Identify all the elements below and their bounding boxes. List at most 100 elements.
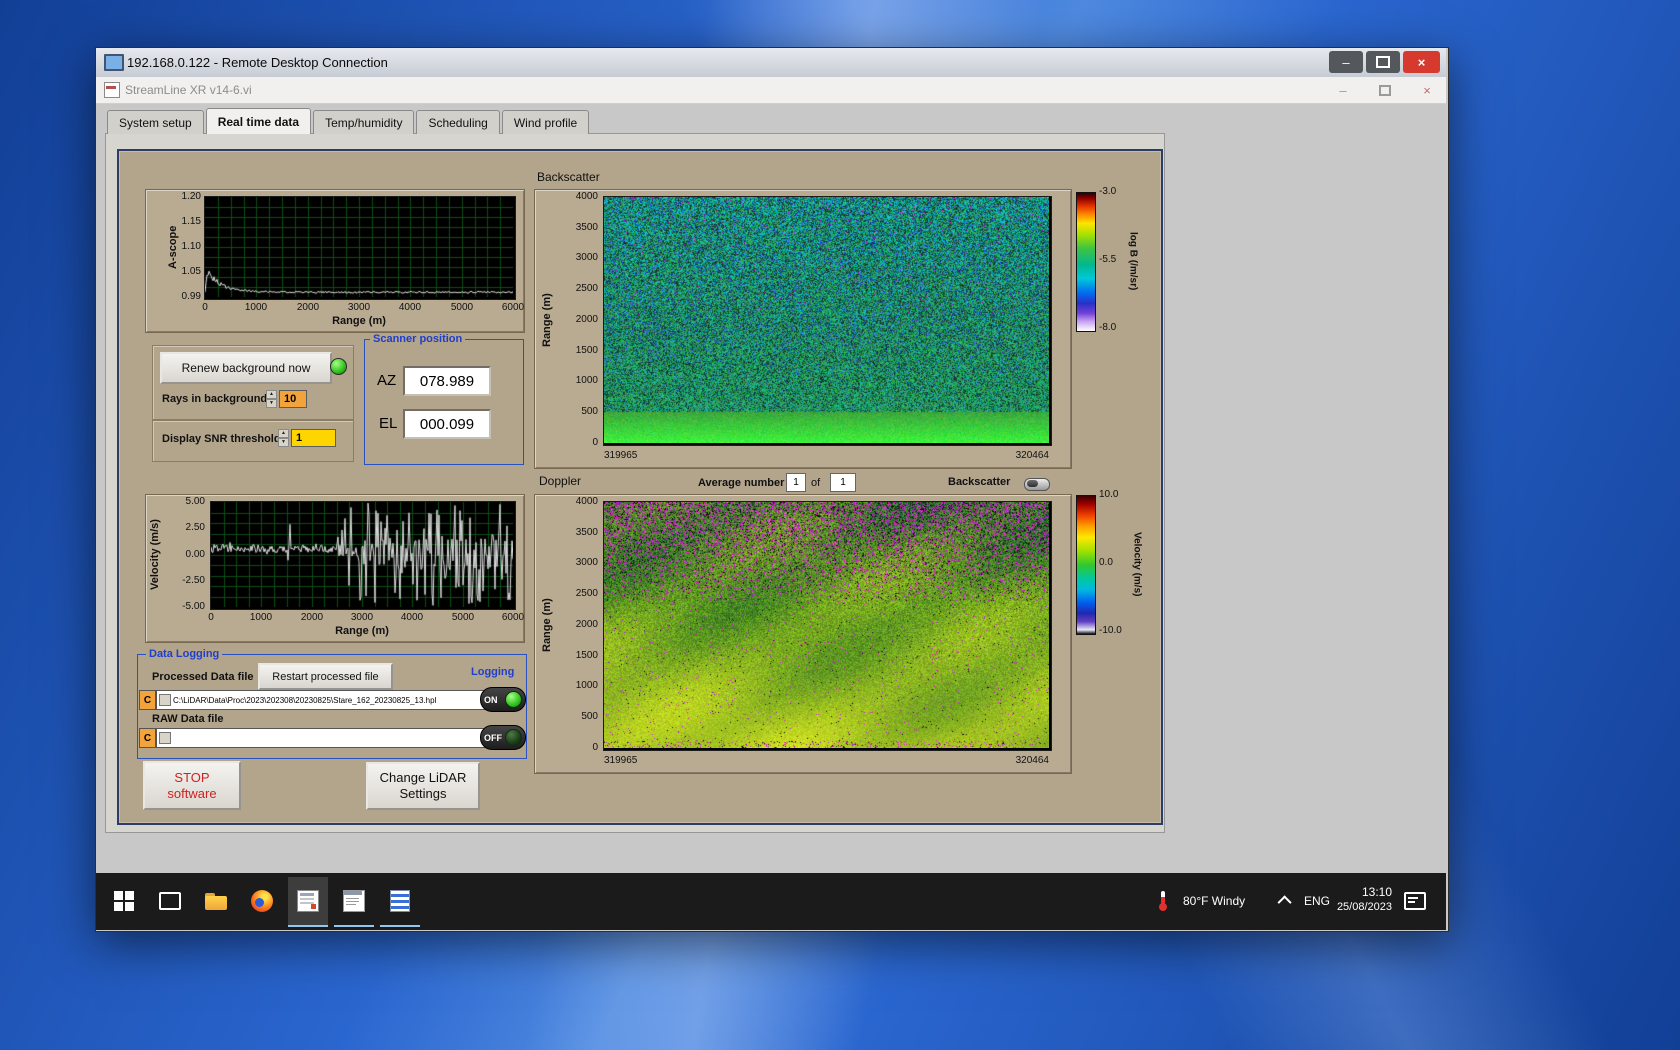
rdp-maximize-button[interactable] (1366, 51, 1400, 73)
raw-path-field[interactable] (156, 728, 492, 748)
rays-value[interactable]: 10 (279, 390, 307, 408)
y-tick: 3500 (575, 222, 598, 233)
off-knob (505, 729, 522, 746)
action-center-button[interactable] (1398, 877, 1432, 925)
change-lidar-settings-button[interactable]: Change LiDAR Settings (366, 762, 480, 810)
y-tick: 3000 (575, 252, 598, 263)
x-tick: 5000 (450, 302, 474, 313)
document-taskbar-button[interactable] (380, 877, 420, 927)
browse-icon[interactable] (159, 694, 171, 706)
raw-logging-toggle[interactable]: OFF (480, 725, 526, 750)
scan-schedule-taskbar-button[interactable] (334, 877, 374, 927)
tab-scheduling[interactable]: Scheduling (416, 110, 500, 134)
raw-drive-box[interactable]: C (139, 728, 156, 748)
backscatter-colorbar (1076, 192, 1096, 332)
labview-titlebar[interactable] (96, 77, 1446, 104)
renew-background-button[interactable]: Renew background now (160, 352, 332, 384)
data-logging-title: Data Logging (146, 648, 223, 660)
velocity-x-axis-label: Range (m) (335, 625, 389, 637)
y-tick: 1.15 (181, 216, 201, 227)
snr-value[interactable]: 1 (291, 429, 336, 447)
velocity-plot-canvas (211, 502, 513, 607)
y-tick: 1000 (575, 680, 598, 691)
show-hidden-icons-button[interactable] (1272, 877, 1300, 925)
x-tick: 0 (202, 302, 208, 313)
y-tick: 2000 (575, 619, 598, 630)
labview-icon (104, 82, 120, 98)
firefox-button[interactable] (242, 877, 282, 925)
rdp-close-button[interactable]: × (1403, 51, 1440, 73)
stop-software-button[interactable]: STOP software (143, 761, 241, 810)
az-value-field[interactable]: 078.989 (403, 366, 491, 396)
x-tick: 2000 (300, 612, 324, 623)
processed-path-field[interactable]: C:\LiDAR\Data\Proc\2023\202308\20230825\… (156, 690, 492, 710)
rdp-title: 192.168.0.122 - Remote Desktop Connectio… (127, 55, 388, 70)
x-end-tick: 320464 (1015, 450, 1049, 461)
processed-drive-box[interactable]: C (139, 690, 156, 710)
ascope-plot-area (204, 196, 516, 300)
backscatter-toggle[interactable] (1024, 478, 1050, 491)
labview-restore-button[interactable] (1370, 83, 1400, 101)
clock-time[interactable]: 13:10 (1336, 885, 1392, 899)
x-tick: 0 (208, 612, 214, 623)
weather-icon (1157, 891, 1169, 911)
task-view-button[interactable] (150, 877, 190, 925)
labview-minimize-button[interactable]: – (1328, 83, 1358, 98)
y-tick: 2500 (575, 283, 598, 294)
tab-system-setup[interactable]: System setup (107, 110, 204, 134)
x-start-tick: 319965 (604, 450, 638, 461)
tab-temp-humidity[interactable]: Temp/humidity (313, 110, 415, 134)
y-tick: 2.50 (185, 522, 205, 533)
backscatter-section-title: Backscatter (537, 170, 600, 184)
rays-in-background-label: Rays in background (162, 393, 268, 405)
on-label: ON (484, 694, 498, 705)
labview-close-button[interactable]: × (1412, 83, 1442, 98)
tab-real-time-data[interactable]: Real time data (205, 108, 312, 134)
rdp-minimize-button[interactable]: – (1329, 51, 1363, 73)
labview-app-icon (297, 890, 319, 912)
y-tick: 4000 (575, 191, 598, 202)
x-tick: 6000 (501, 612, 525, 623)
y-tick: 1.05 (181, 266, 201, 277)
striped-document-icon (390, 890, 410, 912)
on-knob (505, 691, 522, 708)
y-tick: 0.00 (185, 549, 205, 560)
of-label: of (811, 477, 821, 489)
task-view-icon (159, 892, 181, 910)
x-end-tick: 320464 (1015, 755, 1049, 766)
x-tick: 5000 (451, 612, 475, 623)
weather-text[interactable]: 80°F Windy (1183, 894, 1245, 908)
el-value-field[interactable]: 000.099 (403, 409, 491, 439)
off-label: OFF (484, 732, 502, 743)
snr-spinner[interactable]: ▲ ▼ (278, 429, 289, 447)
y-tick: 500 (581, 406, 598, 417)
tab-wind-profile[interactable]: Wind profile (501, 110, 590, 134)
file-explorer-button[interactable] (196, 877, 236, 925)
y-tick: -2.50 (182, 575, 205, 586)
chevron-up-icon (1277, 895, 1292, 910)
y-tick: 5.00 (185, 496, 205, 507)
rays-spinner[interactable]: ▲ ▼ (266, 390, 277, 408)
weather-widget[interactable] (1150, 877, 1176, 925)
velocity-y-axis-label: Velocity (m/s) (149, 519, 161, 590)
y-tick: 3000 (575, 557, 598, 568)
x-start-tick: 319965 (604, 755, 638, 766)
average-number-field[interactable]: 1 (786, 473, 806, 492)
doppler-section-title: Doppler (539, 474, 582, 488)
x-tick: 1000 (244, 302, 268, 313)
labview-taskbar-button[interactable] (288, 877, 328, 927)
start-button[interactable] (104, 877, 144, 925)
logging-label: Logging (468, 666, 518, 678)
y-tick: 4000 (575, 496, 598, 507)
change-line1: Change LiDAR (379, 770, 467, 785)
clock-date[interactable]: 25/08/2023 (1326, 901, 1392, 913)
restart-processed-file-button[interactable]: Restart processed file (258, 663, 393, 690)
average-total-field[interactable]: 1 (830, 473, 856, 492)
doppler-y-axis-label: Range (m) (541, 598, 553, 652)
y-tick: 0 (592, 742, 598, 753)
browse-icon[interactable] (159, 732, 171, 744)
processed-logging-toggle[interactable]: ON (480, 687, 526, 712)
backscatter-y-axis-label: Range (m) (541, 293, 553, 347)
backscatter-plot-area (603, 196, 1052, 446)
y-tick: 2000 (575, 314, 598, 325)
